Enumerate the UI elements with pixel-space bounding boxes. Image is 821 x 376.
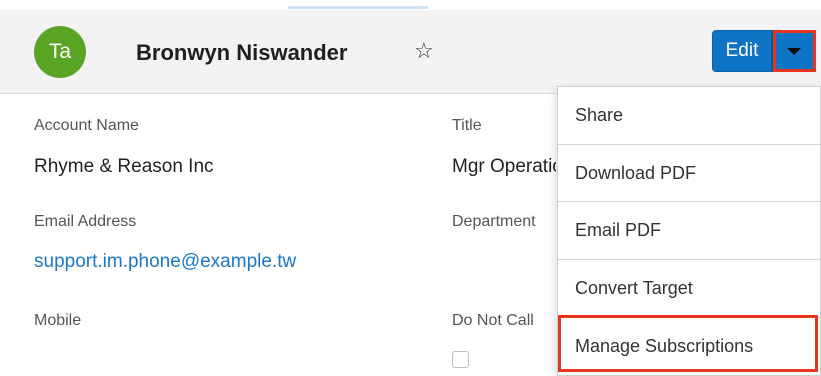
document-text-fragment bbox=[0, 0, 821, 10]
account-name-value: Rhyme & Reason Inc bbox=[34, 156, 214, 177]
department-label: Department bbox=[452, 213, 536, 230]
account-name-label: Account Name bbox=[34, 117, 139, 134]
avatar-initials: Ta bbox=[48, 40, 72, 63]
menu-item-email-pdf[interactable]: Email PDF bbox=[558, 201, 820, 258]
record-header: Ta Bronwyn Niswander ☆ Edit bbox=[0, 10, 821, 94]
menu-item-label: Download PDF bbox=[575, 162, 697, 183]
menu-item-download-pdf[interactable]: Download PDF bbox=[558, 144, 820, 201]
menu-item-label: Share bbox=[575, 105, 624, 125]
title-value: Mgr Operations bbox=[452, 156, 556, 177]
menu-item-share[interactable]: Share bbox=[558, 87, 820, 144]
caret-down-icon bbox=[787, 47, 801, 55]
actions-dropdown-button[interactable] bbox=[772, 30, 816, 72]
menu-item-convert-target[interactable]: Convert Target bbox=[558, 259, 820, 316]
edit-button-group: Edit bbox=[712, 30, 816, 72]
email-link[interactable]: support.im.phone@example.tw bbox=[34, 251, 296, 273]
do-not-call-label-clip: Do Not Call bbox=[452, 310, 556, 334]
do-not-call-checkbox[interactable] bbox=[452, 351, 469, 368]
avatar[interactable]: Ta bbox=[34, 26, 86, 78]
actions-dropdown-menu: Share Download PDF Email PDF Convert Tar… bbox=[557, 86, 821, 376]
do-not-call-label: Do Not Call bbox=[452, 312, 534, 329]
menu-item-label: Email PDF bbox=[575, 219, 662, 240]
menu-item-label: Convert Target bbox=[575, 277, 693, 298]
mobile-label: Mobile bbox=[34, 312, 82, 329]
menu-item-manage-subscriptions[interactable]: Manage Subscriptions bbox=[558, 317, 820, 374]
record-name: Bronwyn Niswander bbox=[136, 40, 348, 65]
email-label: Email Address bbox=[34, 213, 137, 230]
link-underline-fragment bbox=[288, 6, 428, 9]
edit-button[interactable]: Edit bbox=[712, 30, 772, 72]
star-outline-icon[interactable]: ☆ bbox=[414, 40, 434, 64]
title-value-clip: Mgr Operations bbox=[452, 154, 556, 182]
title-label: Title bbox=[452, 117, 482, 134]
menu-item-label: Manage Subscriptions bbox=[575, 335, 754, 356]
department-label-clip: Department bbox=[452, 211, 556, 235]
